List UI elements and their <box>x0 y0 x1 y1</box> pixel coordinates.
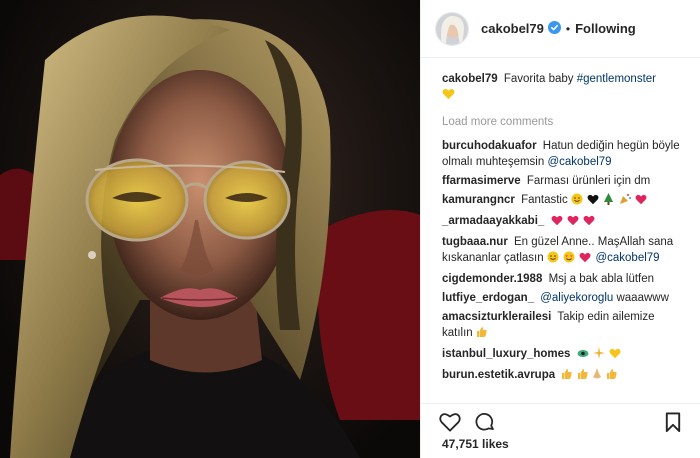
comment-item: ffarmasimerve Farması ürünleri için dm <box>442 173 687 189</box>
avatar[interactable] <box>435 11 469 46</box>
comment-username[interactable]: amacsizturklerailesi <box>442 311 551 323</box>
following-button[interactable]: Following <box>575 21 636 36</box>
likes-count[interactable]: 47,751 likes <box>442 437 509 451</box>
thumbs-up-icon <box>606 368 617 385</box>
tree-emoji-icon <box>603 193 614 210</box>
smile-emoji-icon <box>547 251 559 268</box>
comment-username[interactable]: kamurangncr <box>442 194 515 206</box>
comment-text: waaawww <box>616 292 669 304</box>
post-photo[interactable] <box>0 0 420 458</box>
comment-mention[interactable]: @cakobel79 <box>547 156 611 168</box>
post-header: cakobel79 • Following <box>421 0 700 58</box>
black-heart-icon <box>587 194 599 210</box>
caption-username[interactable]: cakobel79 <box>442 73 498 85</box>
sparkle-emoji-icon <box>592 347 605 364</box>
thumbs-up-icon <box>476 326 487 343</box>
party-popper-icon <box>619 193 631 210</box>
thumbs-up-icon <box>577 368 588 385</box>
comment-username[interactable]: tugbaaa.nur <box>442 236 508 248</box>
comment-username[interactable]: cigdemonder.1988 <box>442 273 542 285</box>
portrait-illustration <box>0 15 420 458</box>
comment-item: _armadaayakkabi_ <box>442 213 687 231</box>
comment-username[interactable]: burun.estetik.avrupa <box>442 369 555 381</box>
red-heart-icon <box>579 252 591 268</box>
yellow-heart-icon <box>442 88 455 105</box>
comment-item: amacsizturklerailesi Takip edin ailemize… <box>442 309 687 343</box>
comments-list[interactable]: cakobel79 Favorita baby #gentlemonster L… <box>421 71 700 395</box>
comment-item: istanbul_luxury_homes <box>442 346 687 364</box>
comment-bubble-icon[interactable] <box>475 412 496 436</box>
comment-text: Fantastic <box>521 194 568 206</box>
instagram-post: cakobel79 • Following cakobel79 Favorita… <box>0 0 700 458</box>
comment-username[interactable]: lutfiye_erdogan_ <box>442 292 534 304</box>
caption-hashtag[interactable]: #gentlemonster <box>577 73 656 85</box>
post-sidebar: cakobel79 • Following cakobel79 Favorita… <box>420 0 700 458</box>
comment-username[interactable]: _armadaayakkabi_ <box>442 215 544 227</box>
eye-emoji-icon <box>577 348 589 364</box>
post-actions <box>421 403 700 433</box>
load-more-comments[interactable]: Load more comments <box>442 116 687 128</box>
heart-outline-icon[interactable] <box>439 412 461 435</box>
yellow-heart-icon <box>609 348 621 364</box>
header-separator: • <box>565 21 571 36</box>
heart-eyes-emoji-icon <box>563 251 575 268</box>
comment-item: burun.estetik.avrupa <box>442 367 687 385</box>
comment-text: Farması ürünleri için dm <box>526 175 651 187</box>
comment-username[interactable]: ffarmasimerve <box>442 175 521 187</box>
nose-emoji-icon <box>592 368 602 385</box>
comment-item: burcuhodakuafor Hatun dediğin hegün böyl… <box>442 138 687 170</box>
comment-username[interactable]: burcuhodakuafor <box>442 140 537 152</box>
comment-item: lutfiye_erdogan_ @aliyekoroglu waaawww <box>442 290 687 306</box>
comment-username[interactable]: istanbul_luxury_homes <box>442 348 570 360</box>
comment-mention[interactable]: @aliyekoroglu <box>540 292 613 304</box>
comment-item: kamurangncr Fantastic <box>442 192 687 210</box>
red-heart-icon <box>567 215 579 231</box>
comment-item: cigdemonder.1988 Msj a bak abla lütfen <box>442 271 687 287</box>
red-heart-icon <box>583 215 595 231</box>
comment-item: tugbaaa.nur En güzel Anne.. MaşAllah san… <box>442 234 687 268</box>
post-caption: cakobel79 Favorita baby #gentlemonster <box>442 71 687 105</box>
red-heart-icon <box>551 215 563 231</box>
smile-emoji-icon <box>571 193 583 210</box>
comment-text: Msj a bak abla lütfen <box>548 273 655 285</box>
bookmark-icon[interactable] <box>665 412 681 436</box>
sparkling-heart-icon <box>635 194 647 210</box>
verified-badge-icon <box>547 20 561 37</box>
comment-mention[interactable]: @cakobel79 <box>595 252 659 264</box>
thumbs-up-icon <box>561 368 572 385</box>
header-username[interactable]: cakobel79 <box>481 21 544 36</box>
caption-text: Favorita baby <box>503 73 574 85</box>
